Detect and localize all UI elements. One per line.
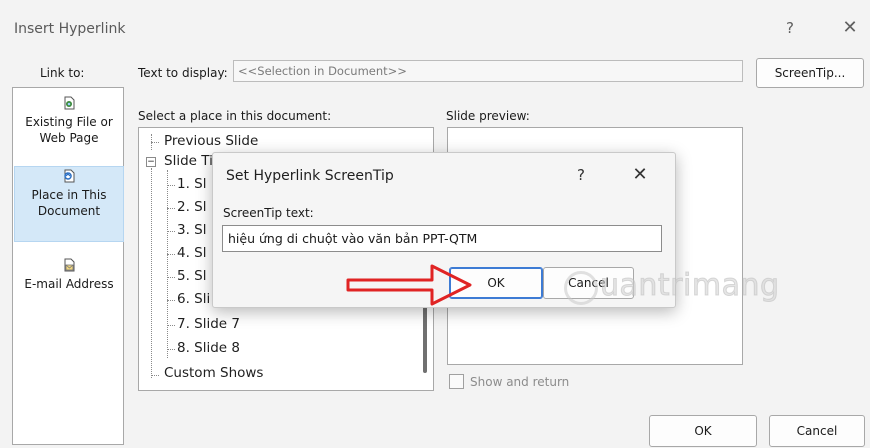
- place-in-document-icon: [64, 169, 75, 183]
- close-button[interactable]: ✕: [836, 16, 864, 40]
- arrow-annotation-icon: [346, 264, 472, 306]
- screentip-button[interactable]: ScreenTip...: [756, 58, 864, 88]
- tree-connector: [167, 231, 175, 232]
- link-to-email-address[interactable]: E-mail Address: [14, 256, 124, 312]
- tree-connector: [151, 142, 159, 143]
- tree-connector: [167, 170, 168, 358]
- link-to-email-label: E-mail Address: [24, 277, 114, 291]
- ok-button[interactable]: OK: [649, 415, 757, 447]
- help-button[interactable]: ?: [778, 16, 802, 40]
- tree-item-slide-4[interactable]: 4. Sl: [177, 245, 207, 261]
- tree-connector: [167, 325, 175, 326]
- place-in-document-label: Select a place in this document:: [138, 109, 332, 123]
- screentip-cancel-button[interactable]: Cancel: [543, 267, 634, 299]
- text-to-display-input[interactable]: <<Selection in Document>>: [233, 60, 743, 82]
- tree-connector: [167, 254, 175, 255]
- tree-scrollbar[interactable]: [423, 303, 427, 373]
- screentip-help-button[interactable]: ?: [570, 164, 592, 186]
- tree-item-previous-slide[interactable]: Previous Slide: [164, 133, 258, 149]
- tree-item-custom-shows[interactable]: Custom Shows: [164, 365, 263, 381]
- tree-item-slide-8[interactable]: 8. Slide 8: [177, 340, 240, 356]
- tree-connector: [167, 185, 175, 186]
- link-to-place-label: Place in This Document: [31, 188, 107, 218]
- tree-connector: [167, 208, 175, 209]
- tree-item-slide-5[interactable]: 5. Sl: [177, 268, 207, 284]
- screentip-text-input[interactable]: hiệu ứng di chuột vào văn bản PPT-QTM: [222, 225, 662, 252]
- tree-connector: [167, 349, 175, 350]
- link-to-existing-file[interactable]: Existing File or Web Page: [14, 94, 124, 164]
- cancel-button[interactable]: Cancel: [769, 415, 865, 447]
- show-and-return-label: Show and return: [470, 375, 570, 389]
- link-to-panel: Existing File or Web Page Place in This …: [12, 87, 124, 445]
- dialog-title: Insert Hyperlink: [14, 21, 126, 37]
- slide-preview-label: Slide preview:: [446, 109, 530, 123]
- tree-item-slide-7[interactable]: 7. Slide 7: [177, 316, 240, 332]
- show-and-return-checkbox[interactable]: [449, 374, 464, 389]
- title-bar: [0, 0, 870, 58]
- tree-connector: [167, 277, 175, 278]
- tree-connector: [167, 300, 175, 301]
- text-to-display-label: Text to display:: [138, 66, 228, 80]
- tree-item-slide-6[interactable]: 6. Sli: [177, 291, 210, 307]
- screentip-close-button[interactable]: ✕: [627, 164, 653, 186]
- tree-item-slide-3[interactable]: 3. Sl: [177, 222, 207, 238]
- link-to-label: Link to:: [40, 66, 85, 80]
- tree-collapse-toggle[interactable]: −: [146, 157, 156, 167]
- screentip-dialog-title: Set Hyperlink ScreenTip: [226, 168, 394, 184]
- existing-file-icon: [64, 96, 75, 110]
- screentip-text-label: ScreenTip text:: [223, 206, 314, 220]
- tree-item-slide-2[interactable]: 2. Sl: [177, 199, 207, 215]
- tree-connector: [151, 375, 159, 376]
- tree-connector: [151, 168, 152, 378]
- tree-item-slide-1[interactable]: 1. Sl: [177, 176, 207, 192]
- link-to-place-in-document[interactable]: Place in This Document: [14, 166, 124, 242]
- email-address-icon: [64, 258, 75, 272]
- link-to-existing-label: Existing File or Web Page: [25, 115, 113, 145]
